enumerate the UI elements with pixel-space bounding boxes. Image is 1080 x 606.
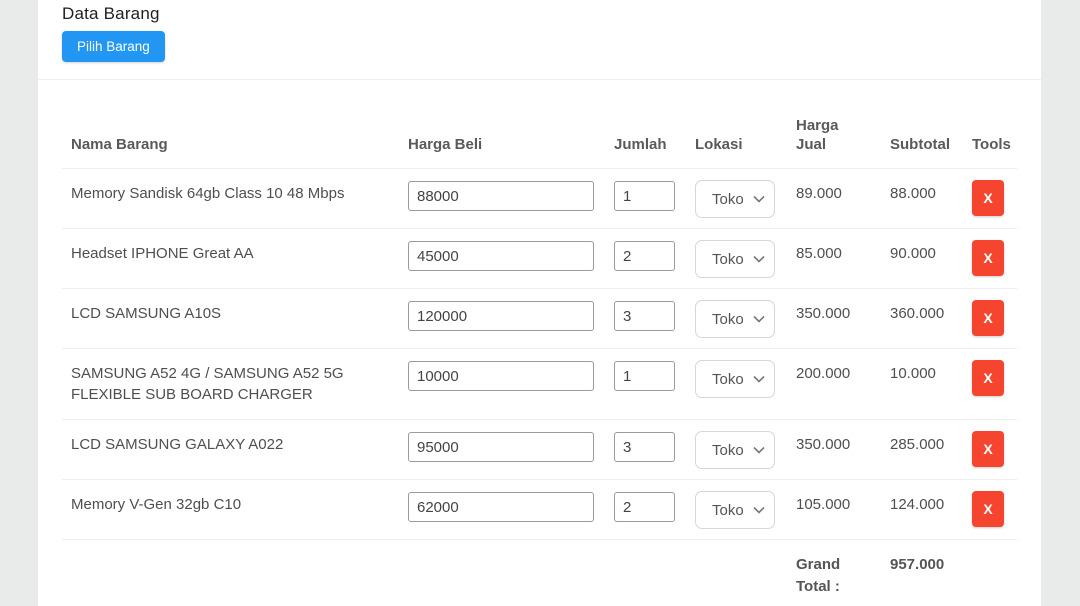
delete-row-button[interactable]: X [972,491,1004,527]
table-row: LCD SAMSUNG A10S Toko 350.000 360.000 X [62,289,1017,349]
item-name: Headset IPHONE Great AA [62,229,408,278]
subtotal-value: 90.000 [881,229,961,264]
lokasi-select[interactable]: Toko [695,300,775,338]
table-row: LCD SAMSUNG GALAXY A022 Toko 350.000 285… [62,420,1017,480]
pilih-barang-button[interactable]: Pilih Barang [62,31,165,62]
col-header-lokasi: Lokasi [695,135,786,168]
table-footer-row: Grand Total : 957.000 [62,540,1017,606]
col-header-harga-beli: Harga Beli [408,135,614,168]
col-header-jumlah: Jumlah [614,135,695,168]
lokasi-select-value: Toko [712,369,744,390]
harga-jual-value: 105.000 [786,480,881,515]
lokasi-select-value: Toko [712,440,744,461]
lokasi-select-value: Toko [712,309,744,330]
chevron-down-icon [753,195,765,203]
col-header-subtotal: Subtotal [881,135,961,168]
table-row: Headset IPHONE Great AA Toko 85.000 90.0… [62,229,1017,289]
jumlah-input[interactable] [614,301,675,331]
harga-beli-input[interactable] [408,181,594,211]
harga-jual-value: 200.000 [786,349,881,384]
jumlah-input[interactable] [614,432,675,462]
card-header: Data Barang Pilih Barang [38,0,1041,80]
data-barang-card: Data Barang Pilih Barang Nama Barang Har… [38,0,1041,606]
items-table: Nama Barang Harga Beli Jumlah Lokasi Har… [62,80,1017,606]
jumlah-input[interactable] [614,361,675,391]
table-row: Memory V-Gen 32gb C10 Toko 105.000 124.0… [62,480,1017,540]
delete-row-button[interactable]: X [972,360,1004,396]
chevron-down-icon [753,446,765,454]
delete-row-button[interactable]: X [972,431,1004,467]
harga-jual-value: 350.000 [786,420,881,455]
jumlah-input[interactable] [614,181,675,211]
harga-beli-input[interactable] [408,301,594,331]
delete-row-button[interactable]: X [972,300,1004,336]
harga-beli-input[interactable] [408,432,594,462]
jumlah-input[interactable] [614,492,675,522]
table-row: SAMSUNG A52 4G / SAMSUNG A52 5G FLEXIBLE… [62,349,1017,420]
lokasi-select[interactable]: Toko [695,491,775,529]
item-name: Memory Sandisk 64gb Class 10 48 Mbps [62,169,408,218]
grand-total-value: 957.000 [881,540,961,606]
lokasi-select-value: Toko [712,249,744,270]
harga-beli-input[interactable] [408,361,594,391]
item-name: SAMSUNG A52 4G / SAMSUNG A52 5G FLEXIBLE… [62,349,408,419]
harga-beli-input[interactable] [408,492,594,522]
lokasi-select[interactable]: Toko [695,360,775,398]
jumlah-input[interactable] [614,241,675,271]
item-name: LCD SAMSUNG A10S [62,289,408,338]
lokasi-select[interactable]: Toko [695,180,775,218]
item-name: LCD SAMSUNG GALAXY A022 [62,420,408,469]
col-header-nama-barang: Nama Barang [62,135,408,168]
chevron-down-icon [753,506,765,514]
page-title: Data Barang [62,4,1017,24]
subtotal-value: 124.000 [881,480,961,515]
lokasi-select[interactable]: Toko [695,240,775,278]
grand-total-label: Grand Total : [786,540,881,606]
delete-row-button[interactable]: X [972,180,1004,216]
lokasi-select-value: Toko [712,189,744,210]
subtotal-value: 88.000 [881,169,961,204]
lokasi-select-value: Toko [712,500,744,521]
harga-beli-input[interactable] [408,241,594,271]
item-name: Memory V-Gen 32gb C10 [62,480,408,529]
table-header-row: Nama Barang Harga Beli Jumlah Lokasi Har… [62,80,1017,169]
lokasi-select[interactable]: Toko [695,431,775,469]
harga-jual-value: 89.000 [786,169,881,204]
col-header-tools: Tools [961,135,1010,168]
col-header-harga-jual: Harga Jual [786,116,881,168]
harga-jual-value: 85.000 [786,229,881,264]
table-row: Memory Sandisk 64gb Class 10 48 Mbps Tok… [62,169,1017,229]
subtotal-value: 285.000 [881,420,961,455]
chevron-down-icon [753,315,765,323]
chevron-down-icon [753,375,765,383]
subtotal-value: 360.000 [881,289,961,324]
delete-row-button[interactable]: X [972,240,1004,276]
chevron-down-icon [753,255,765,263]
harga-jual-value: 350.000 [786,289,881,324]
subtotal-value: 10.000 [881,349,961,384]
